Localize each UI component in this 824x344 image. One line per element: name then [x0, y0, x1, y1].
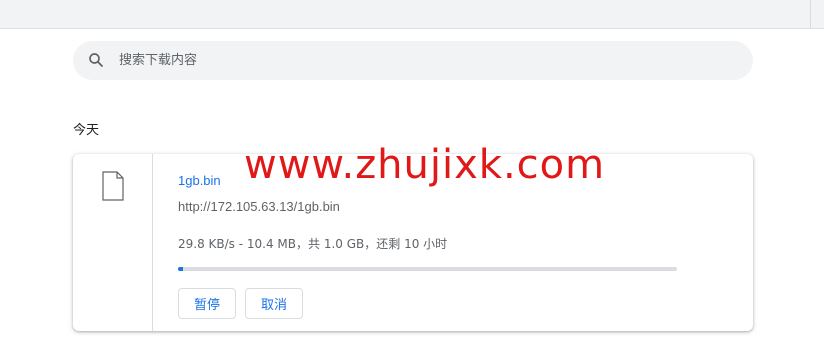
- file-icon: [102, 171, 124, 201]
- download-card: 1gb.bin http://172.105.63.13/1gb.bin 29.…: [73, 154, 753, 331]
- search-input[interactable]: [119, 41, 719, 80]
- download-progress-fill: [178, 267, 183, 271]
- download-status: 29.8 KB/s - 10.4 MB，共 1.0 GB，还剩 10 小时: [178, 237, 448, 251]
- file-name-link[interactable]: 1gb.bin: [178, 173, 221, 188]
- download-progress-bar: [178, 267, 677, 271]
- top-bar-divider: [810, 0, 811, 28]
- top-bar-border: [0, 28, 824, 29]
- search-bar[interactable]: [73, 41, 753, 80]
- cancel-button[interactable]: 取消: [245, 288, 304, 319]
- browser-top-bar: [0, 0, 824, 28]
- file-icon-column: [73, 154, 153, 331]
- search-icon[interactable]: [87, 51, 105, 69]
- file-url: http://172.105.63.13/1gb.bin: [178, 199, 340, 214]
- pause-button[interactable]: 暂停: [178, 288, 237, 319]
- date-section-title: 今天: [73, 123, 100, 138]
